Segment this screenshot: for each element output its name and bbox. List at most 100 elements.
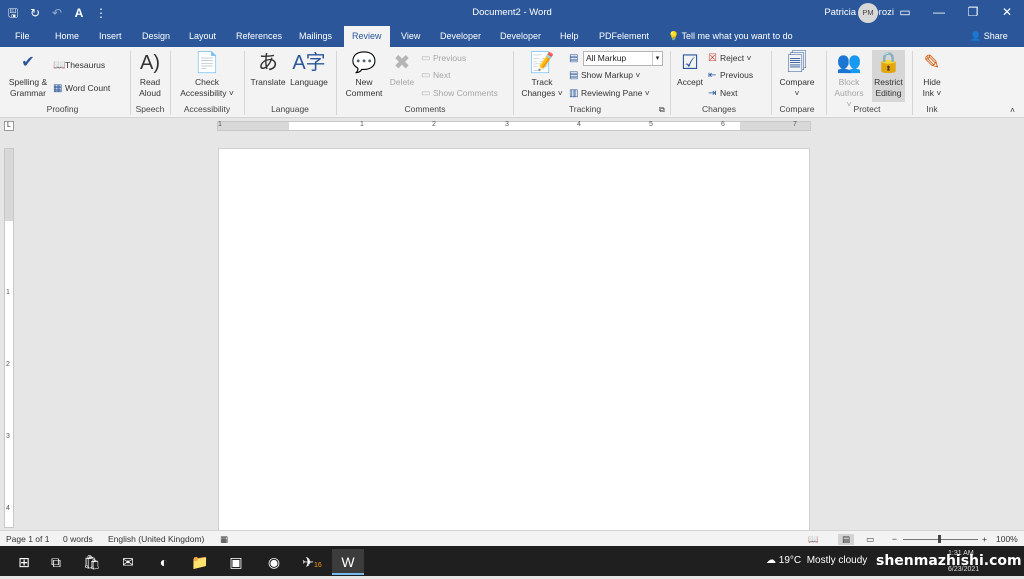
app-with-badge-icon[interactable]: ✈16 [296,549,328,575]
weather-text: Mostly cloudy [806,555,868,566]
block-authors-icon: 👥 [836,52,862,74]
word-taskbar-icon[interactable]: W [332,549,364,575]
zoom-out-button[interactable]: − [892,534,897,544]
hide-ink-button[interactable]: ✎ Hide Ink ˅ [916,51,948,99]
top-margin [5,149,13,221]
proofing-group-label: Proofing [46,104,79,114]
page-count[interactable]: Page 1 of 1 [6,534,49,544]
weather-widget[interactable]: ☁ 19°C Mostly cloudy [766,555,867,566]
horizontal-ruler[interactable]: 1 1 2 3 4 5 6 7 [217,121,811,131]
vertical-ruler[interactable]: 1 2 3 4 [4,148,14,528]
block-authors-button[interactable]: 👥 Block Authors ˅ [831,51,867,110]
task-view-icon[interactable]: ⧉ [40,549,72,575]
show-markup-button[interactable]: ▤ Show Markup ˅ [569,69,640,82]
tab-references[interactable]: References [236,31,282,41]
accessibility-label: Accessibility ˅ [180,88,234,98]
ruler-number: 6 [721,121,725,128]
tab-file[interactable]: File [15,31,30,41]
store-icon[interactable]: 🛍 [76,549,108,575]
status-bar: Page 1 of 1 0 words English (United King… [0,530,1024,546]
compare-label: Compare [779,77,815,87]
previous-comment-button[interactable]: ▭ Previous [421,52,466,65]
translate-button[interactable]: あ Translate [249,51,287,88]
accessibility-group-label: Accessibility [183,104,231,114]
minimize-icon[interactable]: — [922,0,956,26]
tab-developer-2[interactable]: Developer [500,31,541,41]
accept-button[interactable]: ☑ Accept [674,51,706,88]
new-comment-button[interactable]: 💬 New Comment [342,51,386,99]
tab-home[interactable]: Home [55,31,79,41]
tab-selector-icon[interactable]: L [4,121,14,131]
mail-icon[interactable]: ✉ [112,549,144,575]
tab-help[interactable]: Help [560,31,579,41]
tab-review[interactable]: Review [344,26,390,47]
block-label: Block [838,77,860,87]
word-icon-2[interactable]: ▣ [220,549,252,575]
document-page[interactable] [218,148,810,532]
zoom-slider-thumb[interactable] [938,535,941,543]
tracking-dialog-launcher-icon[interactable]: ⧉ [659,104,665,116]
new-comment-icon: 💬 [351,52,377,74]
language-status[interactable]: English (United Kingdom) [108,534,204,544]
check-accessibility-button[interactable]: 📄 Check Accessibility ˅ [176,51,238,99]
translate-icon: あ [258,52,278,74]
tab-design[interactable]: Design [142,31,170,41]
avatar[interactable]: PM [858,3,878,23]
tab-layout[interactable]: Layout [189,31,216,41]
share-icon: 👤 [970,31,984,41]
show-comments-icon: ▭ [421,88,431,99]
tell-me-search[interactable]: 💡 Tell me what you want to do [668,31,793,42]
chrome-icon[interactable]: ◉ [258,549,290,575]
ribbon-display-icon[interactable]: ▭ [888,0,922,26]
thesaurus-icon: 📖 [53,60,66,71]
start-icon[interactable]: ⊞ [8,549,40,575]
next-comment-button[interactable]: ▭ Next [421,69,450,82]
title-bar: 🖫 ↻ ↶ A ⋮ Document2 - Word Patricia Mwor… [0,0,1024,26]
word-count-label: Word Count [65,83,111,93]
word-count-button[interactable]: ▦ Word Count [53,82,110,95]
next-change-button[interactable]: ⇥ Next [708,87,737,100]
restrict-label: Restrict [874,77,903,87]
tab-mailings[interactable]: Mailings [299,31,332,41]
tab-pdfelement[interactable]: PDFelement [599,31,649,41]
restrict-editing-button[interactable]: 🔒 Restrict Editing [872,50,905,102]
weather-temp: 19°C [778,555,802,566]
zoom-level[interactable]: 100% [996,534,1018,544]
reject-button[interactable]: ☒ Reject ˅ [708,52,751,65]
separator [670,51,671,115]
compare-button[interactable]: 🗐 Compare ˅ [776,51,818,99]
spelling-grammar-button[interactable]: ✔ Spelling & Grammar [6,51,50,99]
read-mode-icon[interactable]: 📖 [808,534,819,545]
print-layout-icon[interactable]: ▤ [838,534,855,545]
collapse-ribbon-icon[interactable]: ˄ [1010,104,1015,116]
tab-insert[interactable]: Insert [99,31,122,41]
word-count[interactable]: 0 words [63,534,93,544]
macro-icon[interactable]: ▦ [220,534,228,545]
edge-icon[interactable]: ◐ [148,549,180,575]
delete-comment-button[interactable]: ✖ Delete [388,51,416,88]
tab-developer[interactable]: Developer [440,31,481,41]
language-button[interactable]: A字 Language [288,51,330,88]
read-aloud-button[interactable]: A) Read Aloud [134,51,166,99]
share-button[interactable]: 👤 Share [970,31,1008,42]
comment-label: Comment [345,88,383,98]
tab-view[interactable]: View [401,31,420,41]
web-layout-icon[interactable]: ▭ [866,534,874,545]
previous-label: Previous [433,53,467,63]
restrict-editing-content: 🔒 Restrict Editing [872,51,905,99]
file-explorer-icon[interactable]: 📁 [184,549,216,575]
close-icon[interactable]: ✕ [990,0,1024,26]
zoom-in-button[interactable]: + [982,534,987,544]
previous-change-button[interactable]: ⇤ Previous [708,69,753,82]
markup-dropdown[interactable]: All Markup ▾ [583,51,663,66]
track-changes-button[interactable]: 📝 Track Changes ˅ [519,51,565,99]
reviewing-pane-label: Reviewing Pane ˅ [581,88,650,98]
thesaurus-button[interactable]: 📖Thesaurus [53,59,105,72]
comments-group-label: Comments [404,104,446,114]
show-comments-button[interactable]: ▭ Show Comments [421,87,498,100]
separator [826,51,827,115]
reviewing-pane-button[interactable]: ▥ Reviewing Pane ˅ [569,87,650,100]
restore-icon[interactable]: ❐ [956,0,990,26]
new-label: New [355,77,373,87]
translate-label: Translate [250,77,286,87]
